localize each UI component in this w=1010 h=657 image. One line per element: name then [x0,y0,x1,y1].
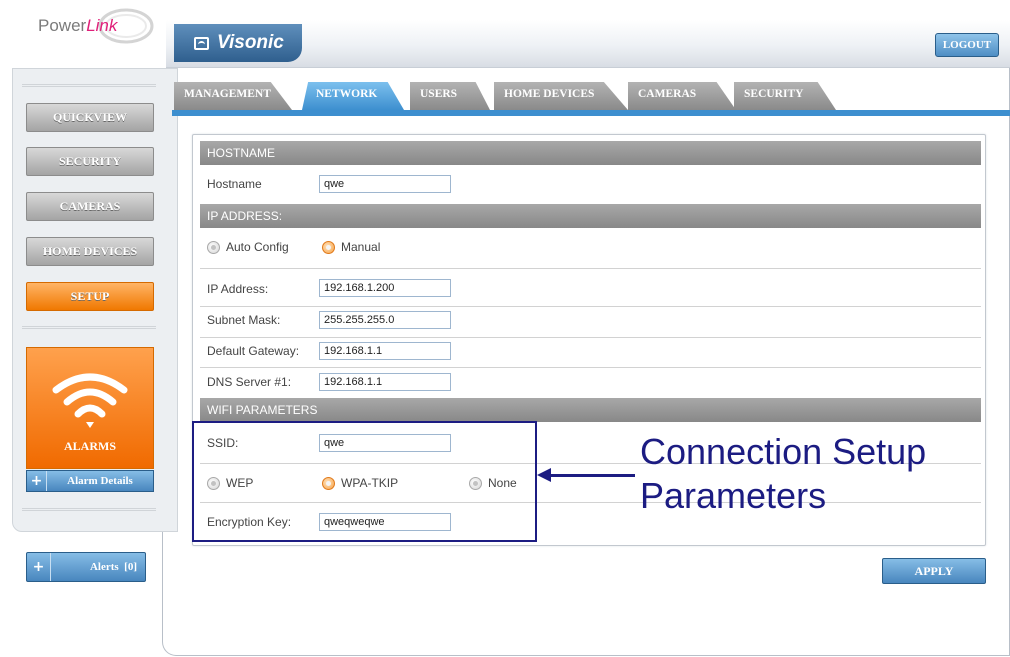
dns-server-input[interactable] [319,373,451,391]
logo-text-link: Link [86,16,118,35]
tab-users[interactable]: USERS [410,82,490,110]
annotation-text: Connection Setup Parameters [640,430,1000,518]
ip-address-label: IP Address: [207,282,269,296]
plus-icon: + [27,471,47,491]
annotation-arrow-shaft [547,474,635,477]
alarm-details-button[interactable]: + Alarm Details [26,470,154,492]
sidebar-item-setup[interactable]: SETUP [26,282,154,311]
hostname-input[interactable] [319,175,451,193]
arrow-left-icon [537,468,551,482]
alarm-details-label: Alarm Details [67,475,133,487]
manual-label: Manual [341,240,381,254]
section-header-hostname: HOSTNAME [200,141,981,165]
alarms-panel[interactable]: ALARMS [26,347,154,469]
annotation-highlight-box [192,421,537,542]
sidebar-item-home-devices[interactable]: HOME DEVICES [26,237,154,266]
radio-checked-icon [322,240,335,254]
subnet-mask-label: Subnet Mask: [207,313,281,327]
sidebar-divider [22,84,156,87]
section-header-wifi: WIFI PARAMETERS [200,398,981,422]
powerlink-logo: PowerLink [14,4,164,50]
visonic-brand: Visonic [174,24,302,62]
tab-cameras[interactable]: CAMERAS [628,82,736,110]
wifi-screen-icon [194,36,209,50]
row-divider [200,306,981,307]
default-gateway-label: Default Gateway: [207,344,300,358]
logout-button[interactable]: LOGOUT [935,33,999,57]
row-divider [200,268,981,269]
tab-network[interactable]: NETWORK [302,82,404,110]
sidebar-divider [22,508,156,511]
dns-server-label: DNS Server #1: [207,375,292,389]
tab-security[interactable]: SECURITY [734,82,836,110]
apply-button[interactable]: APPLY [882,558,986,584]
sidebar-divider [22,326,156,329]
row-divider [200,367,981,368]
tab-management[interactable]: MANAGEMENT [174,82,292,110]
plus-icon: + [27,553,51,581]
logo-text: PowerLink [38,16,117,36]
section-header-ip-address: IP ADDRESS: [200,204,981,228]
ip-address-input[interactable] [319,279,451,297]
alerts-label: Alerts [0] [51,561,145,573]
auto-config-label: Auto Config [226,240,289,254]
logo-text-power: Power [38,16,87,35]
alerts-button[interactable]: + Alerts [0] [26,552,146,582]
wifi-icon [52,373,128,428]
alerts-text: Alerts [89,561,119,573]
sidebar-item-quickview[interactable]: QUICKVIEW [26,103,154,132]
row-divider [200,337,981,338]
tab-home-devices[interactable]: HOME DEVICES [494,82,628,110]
alerts-count: [0] [124,561,137,573]
sidebar-item-cameras[interactable]: CAMERAS [26,192,154,221]
alarms-label: ALARMS [63,439,116,453]
radio-unchecked-icon [207,240,220,254]
annotation-line-2: Parameters [640,475,827,516]
annotation-line-1: Connection Setup [640,431,927,472]
default-gateway-input[interactable] [319,342,451,360]
sidebar-item-security[interactable]: SECURITY [26,147,154,176]
radio-manual[interactable]: Manual [322,240,380,254]
radio-auto-config[interactable]: Auto Config [207,240,289,254]
subnet-mask-input[interactable] [319,311,451,329]
hostname-label: Hostname [207,177,262,191]
tab-strip: MANAGEMENT NETWORK USERS HOME DEVICES CA… [172,82,1010,116]
brand-text: Visonic [217,32,284,53]
